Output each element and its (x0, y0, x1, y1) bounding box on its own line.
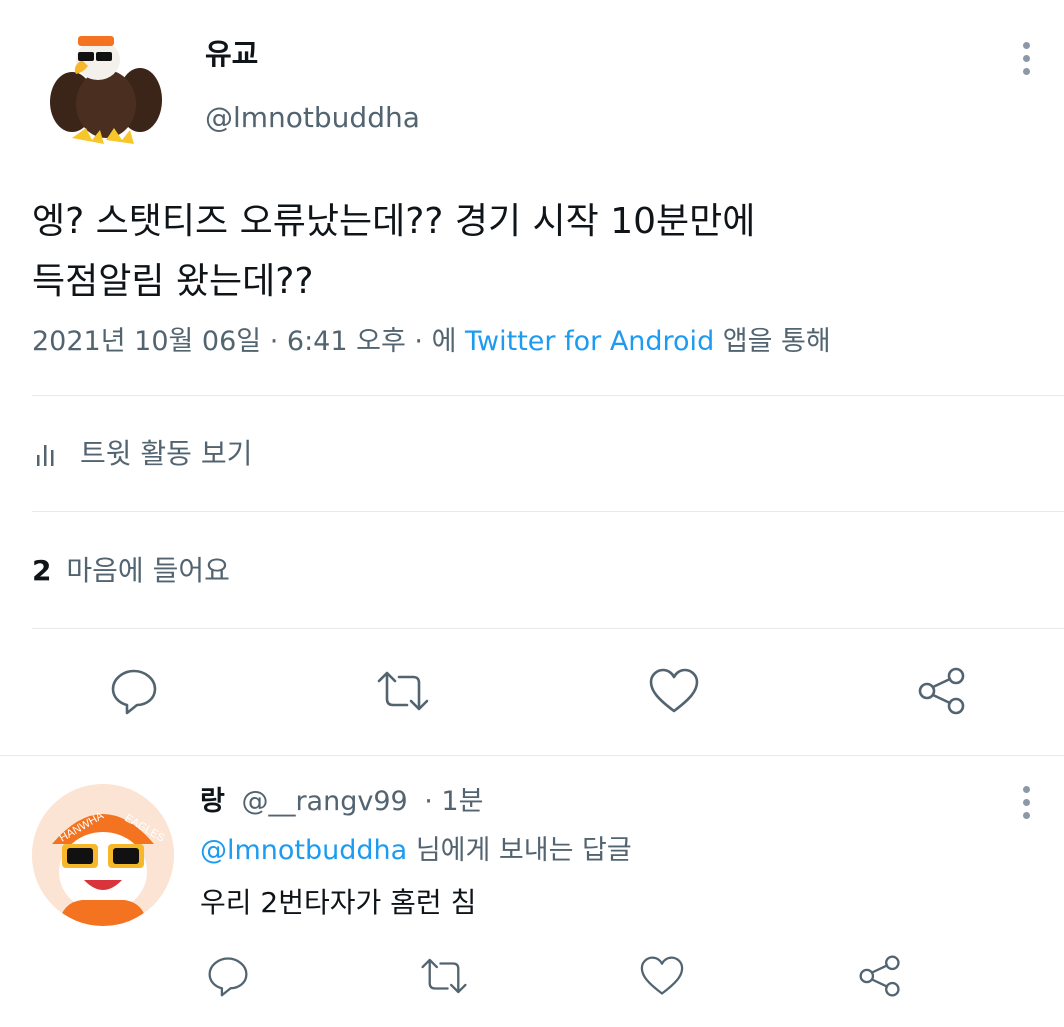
author-avatar[interactable] (42, 22, 168, 150)
reply-retweet-button[interactable] (416, 948, 472, 1004)
hanwha-mascot-image: HANWHA EAGLES (32, 784, 174, 926)
like-button[interactable] (646, 663, 702, 719)
reply-reply-button[interactable] (200, 948, 256, 1004)
like-icon (649, 668, 699, 713)
via-suffix: 앱을 통해 (722, 326, 831, 357)
share-button[interactable] (914, 663, 970, 719)
reply-icon (111, 669, 157, 715)
reply-avatar[interactable]: HANWHA EAGLES (32, 784, 174, 926)
share-icon (859, 955, 900, 997)
reply-author-handle[interactable]: @__rangv99 (241, 786, 407, 817)
replying-to-suffix: 님에게 보내는 답글 (415, 835, 632, 866)
tweet-text-line2: 득점알림 왔는데?? (32, 261, 314, 302)
replying-to: @lmnotbuddha 님에게 보내는 답글 (200, 833, 632, 869)
tweet-text-line1: 엥? 스탯티즈 오류났는데?? 경기 시작 10분만에 (32, 201, 756, 242)
meta-separator: · (414, 326, 423, 357)
tweet-time[interactable]: 6:41 오후 (287, 326, 406, 357)
tweet-activity-link[interactable]: 트윗 활동 보기 (36, 434, 252, 474)
share-icon (918, 667, 965, 715)
likes-count: 2 (32, 554, 52, 587)
tweet-text: 엥? 스탯티즈 오류났는데?? 경기 시작 10분만에 득점알림 왔는데?? (32, 192, 755, 312)
reply-like-button[interactable] (634, 948, 690, 1004)
divider (32, 628, 1064, 629)
reply-share-button[interactable] (852, 948, 908, 1004)
activity-label: 트윗 활동 보기 (80, 437, 253, 470)
retweet-icon (421, 958, 467, 994)
source-app-link[interactable]: Twitter for Android (465, 326, 714, 357)
reply-header: 랑 @__rangv99 · 1분 (200, 784, 483, 820)
retweet-button[interactable] (375, 663, 431, 719)
reply-icon (208, 957, 248, 997)
more-icon[interactable] (1022, 42, 1030, 81)
reply-text: 우리 2번타자가 홈런 침 (200, 886, 477, 919)
author-handle[interactable]: @lmnotbuddha (205, 100, 420, 136)
more-icon[interactable] (1022, 786, 1030, 825)
meta-separator: · (269, 326, 279, 357)
likes-label: 마음에 들어요 (66, 554, 230, 587)
tweet-meta: 2021년 10월 06일 · 6:41 오후 · 에 Twitter for … (32, 323, 831, 361)
reply-author-name[interactable]: 랑 (200, 786, 225, 817)
divider (32, 511, 1064, 512)
likes-summary[interactable]: 2 마음에 들어요 (32, 551, 230, 591)
reply-button[interactable] (106, 663, 162, 719)
author-name[interactable]: 유교 (205, 36, 258, 72)
eagle-avatar-image (50, 36, 162, 144)
retweet-icon (377, 671, 429, 711)
activity-icon (37, 445, 54, 466)
via-prefix: 에 (431, 326, 457, 357)
like-icon (640, 956, 684, 995)
tweet-date[interactable]: 2021년 10월 06일 (32, 326, 261, 357)
replying-to-handle[interactable]: @lmnotbuddha (200, 835, 407, 866)
reply-age[interactable]: · 1분 (424, 786, 483, 817)
divider (0, 755, 1064, 756)
divider (32, 395, 1064, 396)
